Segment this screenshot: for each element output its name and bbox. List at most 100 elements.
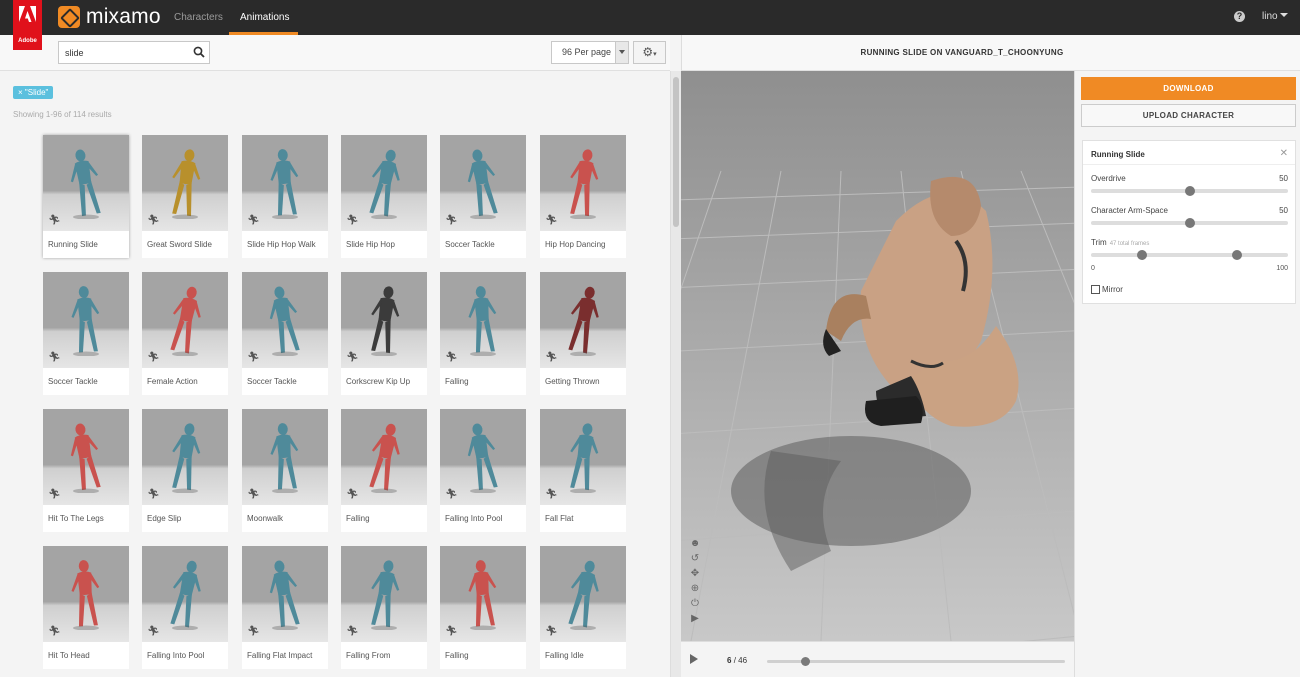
animation-card[interactable]: 🏃︎ Getting Thrown (540, 272, 626, 395)
animation-label: Falling (346, 514, 370, 523)
armspace-value: 50 (1279, 206, 1288, 215)
trim-label: Trim (1091, 238, 1107, 247)
mixamo-brand[interactable]: mixamo (58, 5, 161, 28)
running-figure-icon: 🏃︎ (346, 352, 359, 363)
character-figure (270, 423, 299, 493)
character-figure (468, 560, 497, 630)
animation-thumbnail: 🏃︎ (142, 409, 228, 505)
animation-card[interactable]: 🏃︎ Slide Hip Hop Walk (242, 135, 328, 258)
gear-dropdown-button[interactable]: ⚙▾ (633, 41, 666, 64)
timeline-slider[interactable] (767, 657, 1065, 666)
animation-thumbnail: 🏃︎ (142, 272, 228, 368)
help-icon[interactable]: ? (1234, 11, 1245, 22)
animation-card[interactable]: 🏃︎ Falling Flat Impact (242, 546, 328, 669)
character-figure (371, 286, 400, 356)
reset-view-icon[interactable]: ↺ (689, 553, 701, 568)
overdrive-knob[interactable] (1185, 186, 1195, 196)
chevron-down-icon (1279, 13, 1288, 17)
animation-card[interactable]: 🏃︎ Falling Into Pool (142, 546, 228, 669)
floor-grid (681, 170, 1074, 641)
character-model (823, 176, 1019, 427)
mirror-toggle[interactable]: Mirror (1091, 285, 1123, 294)
animation-thumbnail: 🏃︎ (440, 272, 526, 368)
animation-thumbnail: 🏃︎ (440, 546, 526, 642)
viewer-title: RUNNING SLIDE ON VANGUARD_T_CHOONYUNG (860, 48, 1064, 57)
3d-viewport[interactable] (681, 71, 1074, 641)
upload-character-button[interactable]: UPLOAD CHARACTER (1081, 104, 1296, 127)
animation-card[interactable]: 🏃︎ Hip Hop Dancing (540, 135, 626, 258)
animation-label: Soccer Tackle (445, 240, 495, 249)
viewer-header: RUNNING SLIDE ON VANGUARD_T_CHOONYUNG (681, 35, 1300, 71)
overdrive-slider[interactable] (1091, 186, 1288, 196)
trim-slider[interactable] (1091, 250, 1288, 260)
character-figure (570, 423, 599, 493)
top-bar: Adobe mixamo Characters Animations ? lin… (0, 0, 1300, 50)
skeleton-icon[interactable]: ☻ (689, 538, 701, 553)
play-icon[interactable] (690, 654, 698, 664)
search-icon[interactable] (193, 46, 205, 58)
running-figure-icon: 🏃︎ (545, 215, 558, 226)
trim-start-knob[interactable] (1137, 250, 1147, 260)
download-button[interactable]: DOWNLOAD (1081, 77, 1296, 100)
animation-card[interactable]: 🏃︎ Hit To The Legs (43, 409, 129, 532)
animation-card[interactable]: 🏃︎ Falling Idle (540, 546, 626, 669)
user-name: lino (1262, 11, 1278, 22)
scrollbar-thumb[interactable] (673, 77, 679, 227)
move-icon[interactable]: ✥ (689, 568, 701, 583)
viewport-tools: ☻ ↺ ✥ ⊕ ⏻ ▶ (689, 538, 701, 628)
total-frames: / 46 (733, 656, 748, 665)
character-figure (369, 149, 400, 219)
animation-label: Female Action (147, 377, 198, 386)
animation-thumbnail: 🏃︎ (540, 135, 626, 231)
animation-card[interactable]: 🏃︎ Slide Hip Hop (341, 135, 427, 258)
armspace-label: Character Arm-Space (1091, 206, 1168, 215)
animation-card[interactable]: 🏃︎ Edge Slip (142, 409, 228, 532)
animation-card[interactable]: 🏃︎ Soccer Tackle (242, 272, 328, 395)
timeline-knob[interactable] (801, 657, 810, 666)
animation-card[interactable]: 🏃︎ Falling (440, 546, 526, 669)
power-icon[interactable]: ⏻ (689, 598, 701, 613)
armspace-slider[interactable] (1091, 218, 1288, 228)
camera-icon[interactable]: ▶ (689, 613, 701, 628)
animation-card[interactable]: 🏃︎ Soccer Tackle (440, 135, 526, 258)
running-figure-icon: 🏃︎ (247, 352, 260, 363)
mirror-checkbox[interactable] (1091, 285, 1100, 294)
animation-card[interactable]: 🏃︎ Moonwalk (242, 409, 328, 532)
adobe-logo[interactable]: Adobe (13, 0, 42, 50)
animation-card[interactable]: 🏃︎ Hit To Head (43, 546, 129, 669)
animation-settings-panel: DOWNLOAD UPLOAD CHARACTER Running Slide … (1074, 71, 1300, 677)
zoom-icon[interactable]: ⊕ (689, 583, 701, 598)
search-input[interactable] (58, 41, 210, 64)
character-figure (467, 149, 498, 219)
animation-label: Hit To The Legs (48, 514, 104, 523)
per-page-select[interactable]: 96 Per page (551, 41, 629, 64)
tab-animations[interactable]: Animations (229, 0, 298, 35)
user-menu[interactable]: lino (1262, 11, 1288, 22)
close-icon[interactable]: ✕ (1280, 148, 1288, 159)
animation-card[interactable]: 🏃︎ Falling Into Pool (440, 409, 526, 532)
animation-card[interactable]: 🏃︎ Soccer Tackle (43, 272, 129, 395)
per-page-value: 96 Per page (562, 47, 612, 57)
animation-thumbnail: 🏃︎ (341, 546, 427, 642)
animation-card[interactable]: 🏃︎ Falling From (341, 546, 427, 669)
filter-chip-slide[interactable]: × "Slide" (13, 86, 54, 99)
animation-thumbnail: 🏃︎ (341, 409, 427, 505)
animation-card[interactable]: 🏃︎ Falling (440, 272, 526, 395)
animation-thumbnail: 🏃︎ (43, 546, 129, 642)
character-figure (270, 149, 299, 219)
tab-characters[interactable]: Characters (174, 0, 223, 35)
armspace-knob[interactable] (1185, 218, 1195, 228)
running-figure-icon: 🏃︎ (48, 352, 61, 363)
trim-end-knob[interactable] (1232, 250, 1242, 260)
animation-card[interactable]: 🏃︎ Running Slide (43, 135, 129, 258)
animation-label: Great Sword Slide (147, 240, 212, 249)
animation-card[interactable]: 🏃︎ Great Sword Slide (142, 135, 228, 258)
results-scrollbar[interactable] (670, 71, 681, 677)
animation-label: Falling Into Pool (147, 651, 205, 660)
character-figure (568, 560, 599, 630)
character-figure (71, 286, 100, 356)
animation-card[interactable]: 🏃︎ Female Action (142, 272, 228, 395)
animation-card[interactable]: 🏃︎ Falling (341, 409, 427, 532)
animation-card[interactable]: 🏃︎ Corkscrew Kip Up (341, 272, 427, 395)
animation-card[interactable]: 🏃︎ Fall Flat (540, 409, 626, 532)
